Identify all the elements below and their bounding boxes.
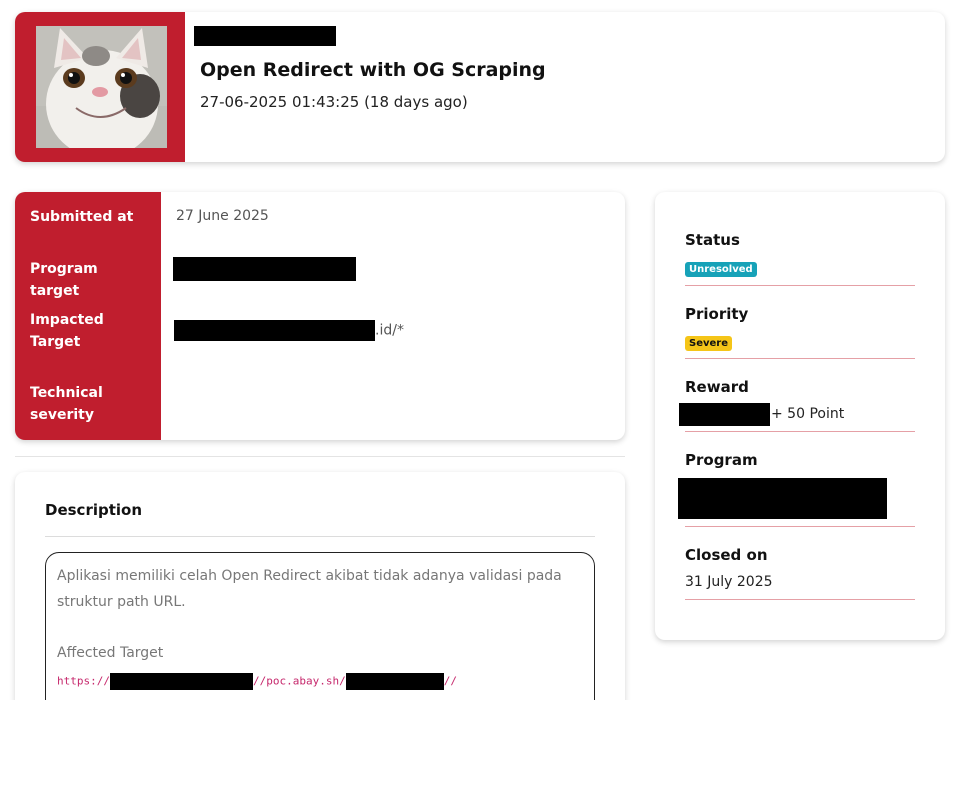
program-label: Program <box>685 451 758 469</box>
url-host-redacted <box>109 673 253 690</box>
url-middle: //poc.abay.sh/ <box>252 674 346 688</box>
priority-badge: Severe <box>685 336 732 351</box>
closed-on-divider <box>685 599 915 600</box>
technical-severity-label: Technical severity <box>30 385 103 423</box>
description-divider <box>45 536 595 537</box>
avatar-panel <box>15 12 185 162</box>
report-viewport: Open Redirect with OG Scraping 27-06-202… <box>0 0 959 700</box>
program-target-label: Program target <box>30 261 98 299</box>
reporter-name-redacted <box>194 26 336 46</box>
program-name-redacted <box>678 478 887 519</box>
impacted-target-value: .id/* <box>174 320 404 341</box>
report-header-card: Open Redirect with OG Scraping 27-06-202… <box>15 12 945 162</box>
url-prefix: https:// <box>57 674 110 688</box>
priority-divider <box>685 358 915 359</box>
url-path-redacted <box>345 673 444 690</box>
submitted-at-value: 27 June 2025 <box>176 208 269 224</box>
status-badge: Unresolved <box>685 262 757 277</box>
impacted-target-suffix: .id/* <box>375 322 404 339</box>
report-timestamp: 27-06-2025 01:43:25 (18 days ago) <box>200 93 468 111</box>
impacted-target-label: Impacted Target <box>30 312 104 350</box>
closed-on-label: Closed on <box>685 546 768 564</box>
description-card: Description Aplikasi memiliki celah Open… <box>15 472 625 700</box>
program-divider <box>685 526 915 527</box>
report-info-card: Submitted at Program target Impacted Tar… <box>15 192 625 440</box>
status-divider <box>685 285 915 286</box>
impacted-target-redacted <box>174 320 375 341</box>
page-title: Open Redirect with OG Scraping <box>200 59 546 81</box>
reward-divider <box>685 431 915 432</box>
avatar <box>36 26 167 148</box>
affected-target-url[interactable]: https:// //poc.abay.sh/ // <box>57 673 457 690</box>
affected-target-label: Affected Target <box>57 645 164 661</box>
url-suffix: // <box>443 674 457 688</box>
closed-on-value: 31 July 2025 <box>685 574 773 590</box>
status-label: Status <box>685 231 740 249</box>
reward-amount-redacted <box>679 403 770 426</box>
section-divider <box>15 456 625 457</box>
submitted-at-label: Submitted at <box>30 209 134 225</box>
info-labels-column: Submitted at Program target Impacted Tar… <box>15 192 161 440</box>
description-text: Aplikasi memiliki celah Open Redirect ak… <box>57 568 562 610</box>
priority-label: Priority <box>685 305 749 323</box>
description-heading: Description <box>45 501 143 519</box>
report-status-card: Status Unresolved Priority Severe Reward… <box>655 192 945 640</box>
description-box: Aplikasi memiliki celah Open Redirect ak… <box>45 552 595 700</box>
reward-label: Reward <box>685 378 749 396</box>
program-target-redacted <box>173 257 356 281</box>
reward-points: + 50 Point <box>771 406 845 422</box>
